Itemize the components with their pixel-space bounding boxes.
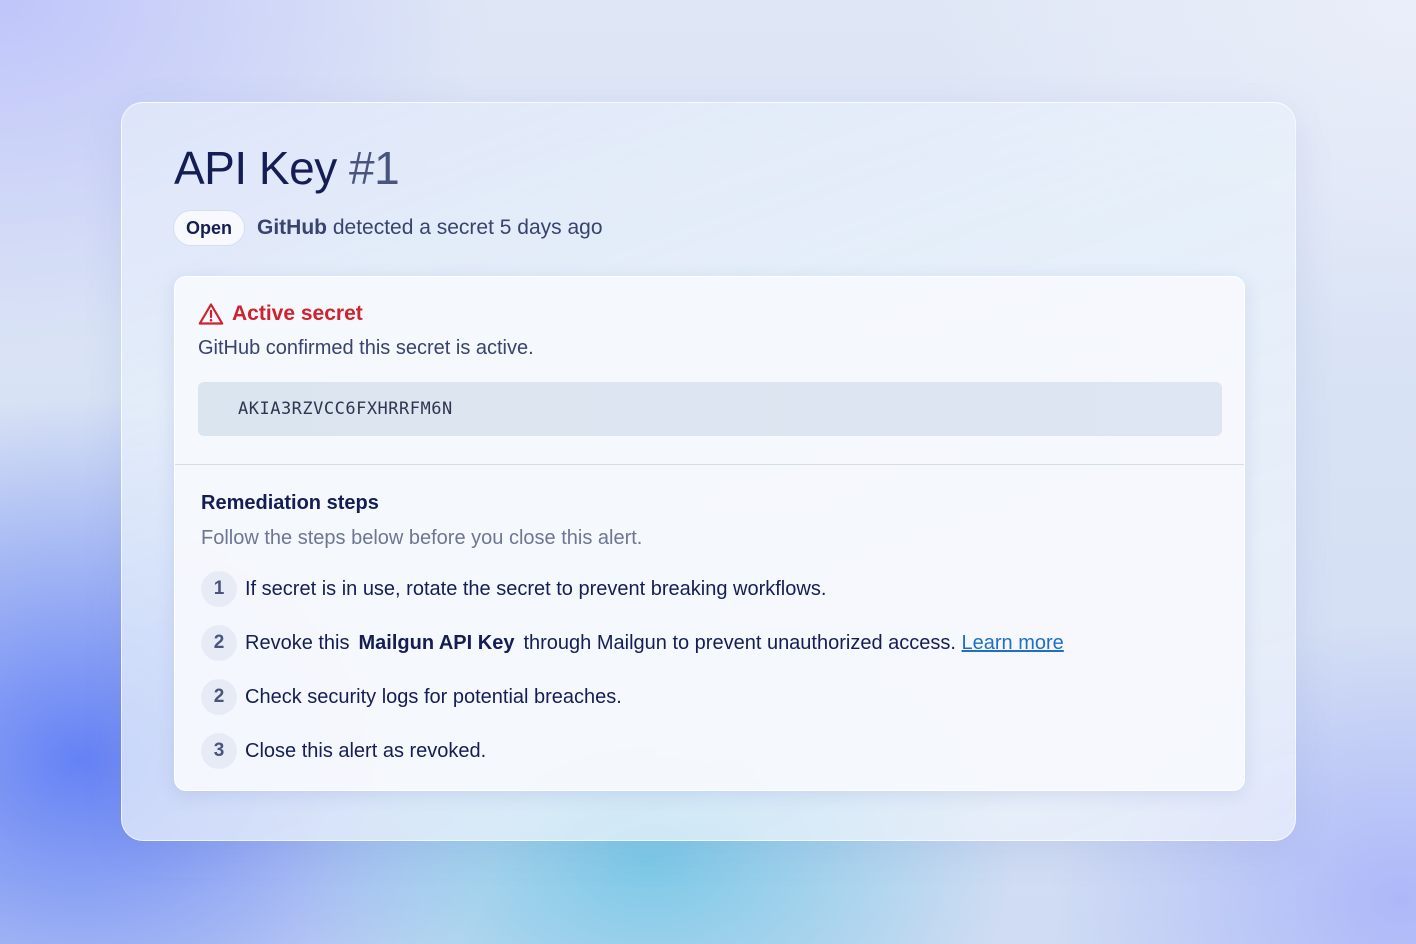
page-title-number: #1 <box>348 142 400 194</box>
remediation-step: 3 Close this alert as revoked. <box>201 733 1064 769</box>
remediation-step: 2 Check security logs for potential brea… <box>201 679 1064 715</box>
remediation-step: 2 Revoke this Mailgun API Key through Mail… <box>201 625 1064 661</box>
section-divider <box>175 464 1244 465</box>
alert-meta: Open GitHub detected a secret 5 days ago <box>173 210 603 246</box>
active-secret-description: GitHub confirmed this secret is active. <box>198 337 534 359</box>
step-number: 2 <box>201 625 237 661</box>
remediation-step: 1 If secret is in use, rotate the secret… <box>201 571 1064 607</box>
detection-summary: GitHub detected a secret 5 days ago <box>257 216 603 240</box>
remediation-title: Remediation steps <box>201 492 379 514</box>
step-number: 2 <box>201 679 237 715</box>
step-number: 1 <box>201 571 237 607</box>
page-title-text: API Key <box>174 142 337 194</box>
active-secret-title: Active secret <box>232 302 363 325</box>
secret-value: AKIA3RZVCC6FXHRRFM6N <box>238 399 453 419</box>
step-text-before: Revoke this <box>245 631 350 654</box>
detection-text: detected a secret 5 days ago <box>332 216 603 239</box>
alert-card: Active secret GitHub confirmed this secr… <box>174 276 1245 791</box>
learn-more-link[interactable]: Learn more <box>962 632 1064 654</box>
source-name: GitHub <box>257 216 327 239</box>
step-text: Revoke this Mailgun API Key through Mailgu… <box>245 632 1064 655</box>
status-badge: Open <box>173 210 246 246</box>
step-text-after: through Mailgun to prevent unauthorized … <box>523 631 956 654</box>
remediation-subtitle: Follow the steps below before you close … <box>201 527 643 549</box>
secret-alert-panel: API Key #1 Open GitHub detected a secret… <box>121 102 1296 841</box>
step-text: If secret is in use, rotate the secret t… <box>245 577 827 600</box>
step-text: Close this alert as revoked. <box>245 739 487 762</box>
active-secret-header: Active secret <box>198 302 363 326</box>
secret-value-box[interactable]: AKIA3RZVCC6FXHRRFM6N <box>198 382 1222 436</box>
step-number: 3 <box>201 733 237 769</box>
page-title: API Key #1 <box>174 141 400 195</box>
remediation-steps-list: 1 If secret is in use, rotate the secret… <box>201 571 1064 787</box>
warning-triangle-icon <box>198 302 224 326</box>
secret-type-name: Mailgun API Key <box>358 631 515 654</box>
step-text: Check security logs for potential breach… <box>245 685 622 708</box>
